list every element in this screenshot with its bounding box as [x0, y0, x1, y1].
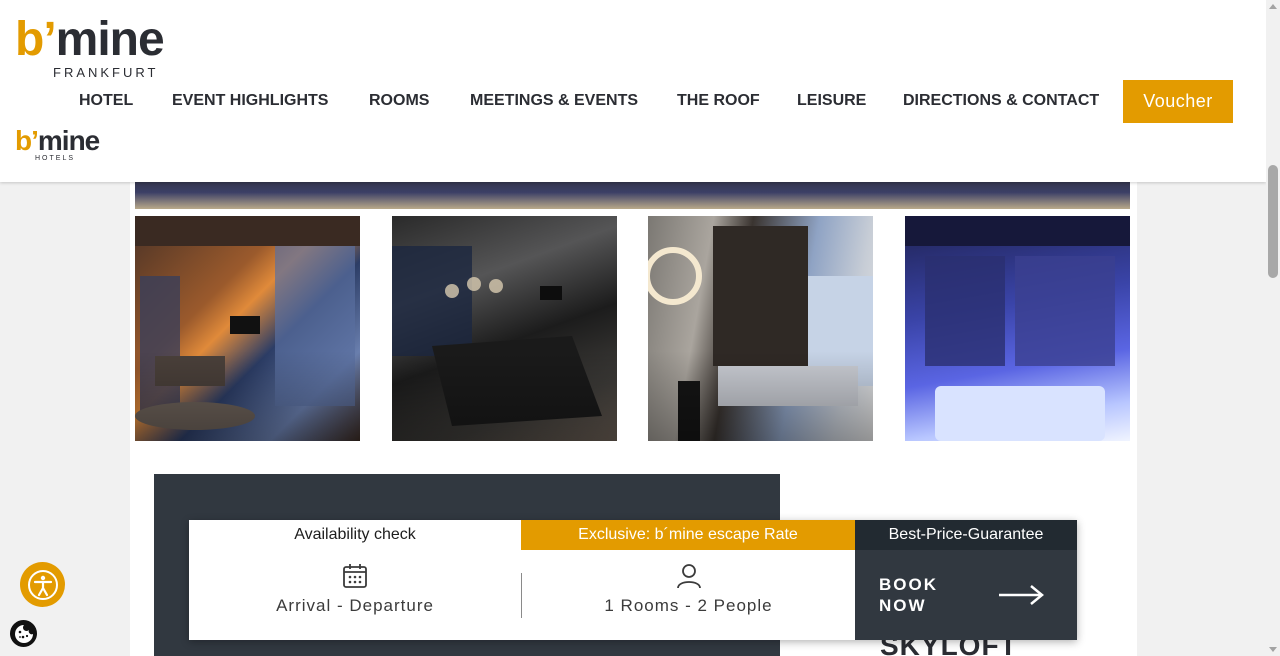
scroll-up-arrow-icon[interactable] [1269, 4, 1277, 9]
nav-item-directions-contact[interactable]: DIRECTIONS & CONTACT [903, 92, 1099, 110]
accessibility-button[interactable] [20, 562, 65, 607]
dates-label: Arrival - Departure [276, 596, 434, 615]
guests-selector[interactable]: 1 Rooms - 2 People [522, 562, 855, 628]
nav-item-rooms[interactable]: ROOMS [369, 92, 429, 110]
scroll-thumb[interactable] [1268, 165, 1278, 278]
scroll-down-arrow-icon[interactable] [1269, 647, 1277, 652]
book-now-line2: NOW [879, 596, 927, 615]
person-icon [676, 564, 701, 589]
gallery-thumb-bedroom[interactable] [648, 216, 873, 441]
tab-best-price-guarantee[interactable]: Best-Price-Guarantee [855, 520, 1077, 550]
group-logo-b: b’ [15, 125, 39, 156]
tab-availability-check[interactable]: Availability check [189, 520, 521, 550]
guests-label: 1 Rooms - 2 People [604, 596, 773, 615]
group-logo-subtitle: HOTELS [35, 155, 76, 162]
logo-mine: mine [55, 13, 165, 66]
nav-item-event-highlights[interactable]: EVENT HIGHLIGHTS [172, 92, 328, 110]
page-scrollbar[interactable] [1266, 0, 1280, 656]
cookie-icon [14, 624, 33, 643]
group-logo-mine: mine [37, 125, 100, 156]
site-header: b’mine FRANKFURT b’mine HOTELS HOTEL EVE… [0, 0, 1266, 182]
bmine-hotels-logo[interactable]: b’mine HOTELS [15, 126, 105, 166]
nav-item-hotel[interactable]: HOTEL [79, 92, 133, 110]
whirlpool-photo [905, 216, 1130, 441]
booking-widget: Availability check Exclusive: b´mine esc… [189, 520, 1077, 640]
nav-item-leisure[interactable]: LEISURE [797, 92, 866, 110]
book-now-line1: BOOK [879, 575, 938, 594]
tab-exclusive-rate[interactable]: Exclusive: b´mine escape Rate [521, 520, 855, 550]
nav-item-meetings-events[interactable]: MEETINGS & EVENTS [470, 92, 638, 110]
accessibility-icon [27, 569, 58, 600]
cookie-settings-button[interactable] [10, 620, 37, 647]
arrow-right-icon [999, 585, 1044, 605]
voucher-button[interactable]: Voucher [1123, 80, 1233, 123]
gallery-thumb-living-room[interactable] [135, 216, 360, 441]
nav-item-the-roof[interactable]: THE ROOF [677, 92, 760, 110]
logo-b: b’ [15, 13, 57, 66]
bmine-frankfurt-logo[interactable]: b’mine FRANKFURT [15, 12, 175, 80]
calendar-icon [343, 564, 367, 588]
gallery-thumb-dining-room[interactable] [392, 216, 617, 441]
dates-selector[interactable]: Arrival - Departure [189, 562, 521, 628]
book-now-button[interactable]: BOOK NOW [855, 550, 1077, 640]
main-navigation: HOTEL EVENT HIGHLIGHTS ROOMS MEETINGS & … [0, 92, 1110, 114]
gallery-thumb-whirlpool[interactable] [905, 216, 1130, 441]
logo-subtitle: FRANKFURT [53, 65, 159, 80]
